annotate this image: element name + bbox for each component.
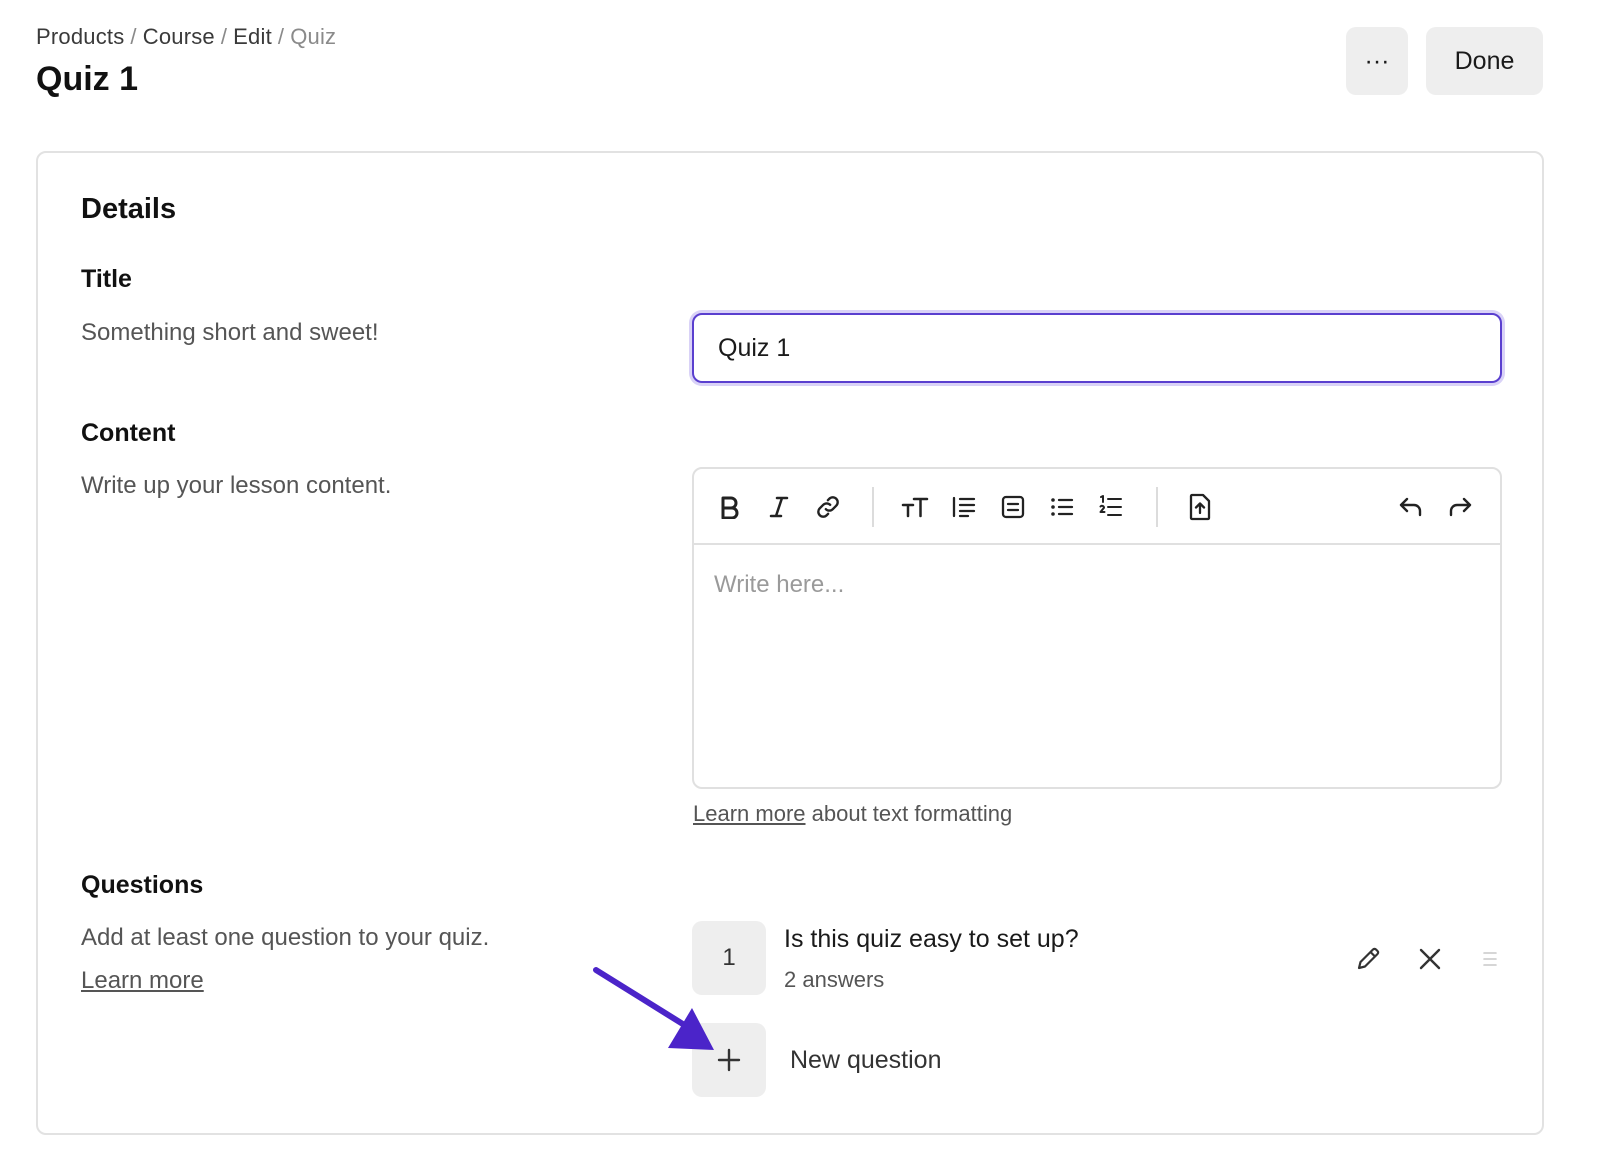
italic-icon[interactable]	[763, 491, 795, 523]
breadcrumb-separator: /	[277, 24, 285, 49]
details-card: Details Title Something short and sweet!…	[36, 151, 1544, 1135]
editor-placeholder: Write here...	[714, 571, 845, 598]
embed-icon[interactable]	[997, 491, 1029, 523]
drag-handle-icon[interactable]	[1478, 947, 1502, 971]
breadcrumb-current: Quiz	[290, 24, 337, 49]
more-options-button[interactable]: ···	[1346, 27, 1408, 95]
question-text: Is this quiz easy to set up?	[784, 925, 1079, 953]
learn-more-formatting-link[interactable]: Learn more	[693, 801, 806, 826]
details-heading: Details	[81, 193, 177, 225]
content-description: Write up your lesson content.	[81, 472, 392, 499]
numbered-list-icon[interactable]	[1095, 491, 1127, 523]
header-actions: ··· Done	[1346, 27, 1543, 95]
file-upload-icon[interactable]	[1184, 491, 1216, 523]
redo-icon[interactable]	[1444, 491, 1476, 523]
new-question-label: New question	[790, 1045, 942, 1074]
editor-text-area[interactable]: Write here...	[694, 547, 1500, 787]
questions-description: Add at least one question to your quiz. …	[81, 916, 501, 1002]
formatting-help-text: about text formatting	[805, 801, 1013, 826]
breadcrumb-products[interactable]: Products	[36, 24, 124, 49]
text-size-icon[interactable]	[899, 491, 931, 523]
bold-icon[interactable]	[714, 491, 746, 523]
page-title: Quiz 1	[36, 60, 139, 98]
blockquote-icon[interactable]	[948, 491, 980, 523]
breadcrumb-course[interactable]: Course	[143, 24, 215, 49]
toolbar-divider	[872, 487, 874, 527]
formatting-help: Learn more about text formatting	[693, 801, 1012, 827]
title-input[interactable]	[692, 313, 1502, 383]
new-question-button[interactable]: New question	[692, 1023, 1012, 1097]
question-item[interactable]: 1 Is this quiz easy to set up? 2 answers	[692, 921, 1502, 997]
done-button[interactable]: Done	[1426, 27, 1543, 95]
arrow-pointer-icon	[593, 967, 714, 1050]
page-header: Products / Course / Edit / Quiz Quiz 1 ··· Don…	[36, 24, 1543, 104]
title-description: Something short and sweet!	[81, 319, 379, 346]
content-label: Content	[81, 419, 176, 447]
breadcrumb: Products / Course / Edit / Quiz	[36, 24, 1543, 50]
breadcrumb-edit[interactable]: Edit	[233, 24, 272, 49]
rich-text-editor: Write here...	[692, 467, 1502, 789]
toolbar-divider	[1156, 487, 1158, 527]
editor-toolbar	[694, 469, 1500, 545]
questions-label: Questions	[81, 871, 204, 899]
bullet-list-icon[interactable]	[1046, 491, 1078, 523]
breadcrumb-separator: /	[220, 24, 228, 49]
question-answers-count: 2 answers	[784, 967, 885, 992]
link-icon[interactable]	[812, 491, 844, 523]
undo-icon[interactable]	[1395, 491, 1427, 523]
pencil-icon[interactable]	[1352, 943, 1384, 975]
questions-description-text: Add at least one question to your quiz.	[81, 924, 490, 951]
close-icon[interactable]	[1414, 943, 1446, 975]
breadcrumb-separator: /	[130, 24, 137, 49]
learn-more-questions-link[interactable]: Learn more	[81, 967, 204, 994]
title-label: Title	[81, 265, 132, 293]
